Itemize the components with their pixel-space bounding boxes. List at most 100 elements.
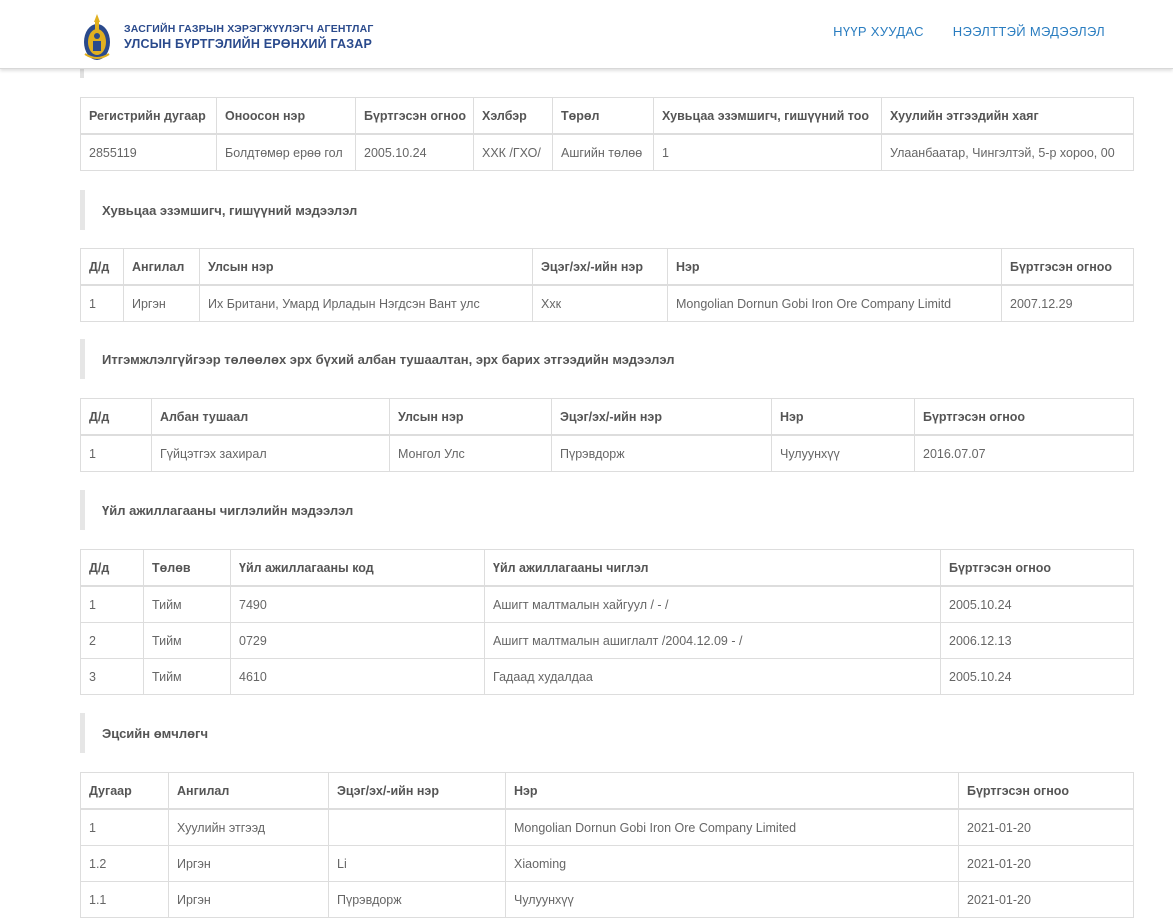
cell-form: ХХК /ГХО/ (473, 133, 553, 171)
col-index: Д/д (80, 549, 144, 587)
activities-table: Д/д Төлөв Үйл ажиллагааны код Үйл ажилла… (80, 549, 1134, 695)
table-header-row: Д/д Албан тушаал Улсын нэр Эцэг/эх/-ийн … (80, 398, 1134, 436)
col-parent-name: Эцэг/эх/-ийн нэр (328, 772, 506, 810)
col-position: Албан тушаал (151, 398, 390, 436)
cell-registered-date: 2021-01-20 (958, 845, 1134, 882)
cell-activity-code: 7490 (230, 585, 485, 623)
col-country: Улсын нэр (199, 248, 533, 286)
col-index: Д/д (80, 248, 124, 286)
col-parent-name: Эцэг/эх/-ийн нэр (551, 398, 772, 436)
cell-registered-date: 2021-01-20 (958, 808, 1134, 846)
cell-activity-direction: Гадаад худалдаа (484, 658, 941, 695)
table-header-row: Дугаар Ангилал Эцэг/эх/-ийн нэр Нэр Бүрт… (80, 772, 1134, 810)
col-status: Төлөв (143, 549, 231, 587)
cell-registered-date: 2007.12.29 (1001, 284, 1134, 322)
cell-activity-code: 0729 (230, 622, 485, 659)
cell-parent-name: Li (328, 845, 506, 882)
top-navbar: ЗАСГИЙН ГАЗРЫН ХЭРЭГЖҮҮЛЭГЧ АГЕНТЛАГ УЛС… (0, 0, 1173, 69)
cell-shareholder-count: 1 (653, 133, 882, 171)
table-row: 1.1 Иргэн Пүрэвдорж Чулуунхүү 2021-01-20 (80, 881, 1134, 918)
col-registered-date: Бүртгэсэн огноо (355, 97, 474, 135)
section-fragment-bar (80, 68, 84, 78)
table-header-row: Регистрийн дугаар Оноосон нэр Бүртгэсэн … (80, 97, 1134, 135)
cell-name: Xiaoming (505, 845, 959, 882)
col-registered-date: Бүртгэсэн огноо (958, 772, 1134, 810)
cell-registered-date: 2005.10.24 (355, 133, 474, 171)
cell-activity-direction: Ашигт малтмалын хайгуул / - / (484, 585, 941, 623)
nav-home-link[interactable]: НҮҮР ХУУДАС (833, 24, 924, 39)
cell-type: Ашгийн төлөө (552, 133, 654, 171)
section-title-owners: Эцсийн өмчлөгч (80, 713, 1133, 753)
cell-number: 1 (80, 808, 169, 846)
col-activity-code: Үйл ажиллагааны код (230, 549, 485, 587)
nav-open-data-link[interactable]: НЭЭЛТТЭЙ МЭДЭЭЛЭЛ (953, 24, 1105, 39)
cell-status: Тийм (143, 585, 231, 623)
col-registered-date: Бүртгэсэн огноо (940, 549, 1134, 587)
cell-index: 3 (80, 658, 144, 695)
col-activity-direction: Үйл ажиллагааны чиглэл (484, 549, 941, 587)
col-registration-number: Регистрийн дугаар (80, 97, 217, 135)
table-row: 3 Тийм 4610 Гадаад худалдаа 2005.10.24 (80, 658, 1134, 695)
table-row: 1 Хуулийн этгээд Mongolian Dornun Gobi I… (80, 808, 1134, 846)
col-parent-name: Эцэг/эх/-ийн нэр (532, 248, 668, 286)
cell-status: Тийм (143, 658, 231, 695)
col-name: Оноосон нэр (216, 97, 356, 135)
emblem-icon (84, 14, 110, 60)
cell-registered-date: 2021-01-20 (958, 881, 1134, 918)
cell-activity-code: 4610 (230, 658, 485, 695)
col-index: Д/д (80, 398, 152, 436)
owners-table: Дугаар Ангилал Эцэг/эх/-ийн нэр Нэр Бүрт… (80, 772, 1134, 918)
cell-country: Их Британи, Умард Ирладын Нэгдсэн Вант у… (199, 284, 533, 322)
table-header-row: Д/д Ангилал Улсын нэр Эцэг/эх/-ийн нэр Н… (80, 248, 1134, 286)
cell-category: Иргэн (168, 845, 329, 882)
table-row: 2855119 Болдтөмөр ерөө гол 2005.10.24 ХХ… (80, 133, 1134, 171)
cell-registration-number: 2855119 (80, 133, 217, 171)
col-registered-date: Бүртгэсэн огноо (1001, 248, 1134, 286)
cell-status: Тийм (143, 622, 231, 659)
cell-index: 1 (80, 585, 144, 623)
cell-address: Улаанбаатар, Чингэлтэй, 5-р хороо, 00 (881, 133, 1134, 171)
cell-registered-date: 2005.10.24 (940, 585, 1134, 623)
cell-parent-name: Пүрэвдорж (328, 881, 506, 918)
table-row: 2 Тийм 0729 Ашигт малтмалын ашиглалт /20… (80, 622, 1134, 659)
cell-parent-name: Ххк (532, 284, 668, 322)
section-title-activities: Үйл ажиллагааны чиглэлийн мэдээлэл (80, 490, 1133, 530)
col-type: Төрөл (552, 97, 654, 135)
col-number: Дугаар (80, 772, 169, 810)
cell-category: Иргэн (123, 284, 200, 322)
cell-country: Монгол Улс (389, 434, 552, 472)
col-name: Нэр (505, 772, 959, 810)
cell-registered-date: 2005.10.24 (940, 658, 1134, 695)
col-category: Ангилал (168, 772, 329, 810)
col-category: Ангилал (123, 248, 200, 286)
cell-name: Mongolian Dornun Gobi Iron Ore Company L… (667, 284, 1002, 322)
cell-category: Хуулийн этгээд (168, 808, 329, 846)
table-row: 1 Иргэн Их Британи, Умард Ирладын Нэгдсэ… (80, 284, 1134, 322)
cell-registered-date: 2006.12.13 (940, 622, 1134, 659)
col-form: Хэлбэр (473, 97, 553, 135)
main-nav: НҮҮР ХУУДАС НЭЭЛТТЭЙ МЭДЭЭЛЭЛ (833, 24, 1105, 39)
cell-parent-name (328, 808, 506, 846)
shareholders-table: Д/д Ангилал Улсын нэр Эцэг/эх/-ийн нэр Н… (80, 248, 1134, 322)
col-country: Улсын нэр (389, 398, 552, 436)
cell-number: 1.2 (80, 845, 169, 882)
cell-index: 1 (80, 284, 124, 322)
col-name: Нэр (667, 248, 1002, 286)
col-shareholder-count: Хувьцаа эзэмшигч, гишүүний тоо (653, 97, 882, 135)
table-row: 1 Тийм 7490 Ашигт малтмалын хайгуул / - … (80, 585, 1134, 623)
cell-name: Чулуунхүү (771, 434, 915, 472)
section-title-officials: Итгэмжлэлгүйгээр төлөөлөх эрх бүхий алба… (80, 339, 1133, 379)
col-address: Хуулийн этгээдийн хаяг (881, 97, 1134, 135)
cell-index: 1 (80, 434, 152, 472)
cell-parent-name: Пүрэвдорж (551, 434, 772, 472)
col-name: Нэр (771, 398, 915, 436)
cell-index: 2 (80, 622, 144, 659)
table-row: 1.2 Иргэн Li Xiaoming 2021-01-20 (80, 845, 1134, 882)
cell-name: Болдтөмөр ерөө гол (216, 133, 356, 171)
cell-activity-direction: Ашигт малтмалын ашиглалт /2004.12.09 - / (484, 622, 941, 659)
cell-category: Иргэн (168, 881, 329, 918)
section-title-shareholders: Хувьцаа эзэмшигч, гишүүний мэдээлэл (80, 190, 1133, 230)
site-logo[interactable]: ЗАСГИЙН ГАЗРЫН ХЭРЭГЖҮҮЛЭГЧ АГЕНТЛАГ УЛС… (82, 12, 374, 62)
cell-name: Mongolian Dornun Gobi Iron Ore Company L… (505, 808, 959, 846)
col-registered-date: Бүртгэсэн огноо (914, 398, 1134, 436)
